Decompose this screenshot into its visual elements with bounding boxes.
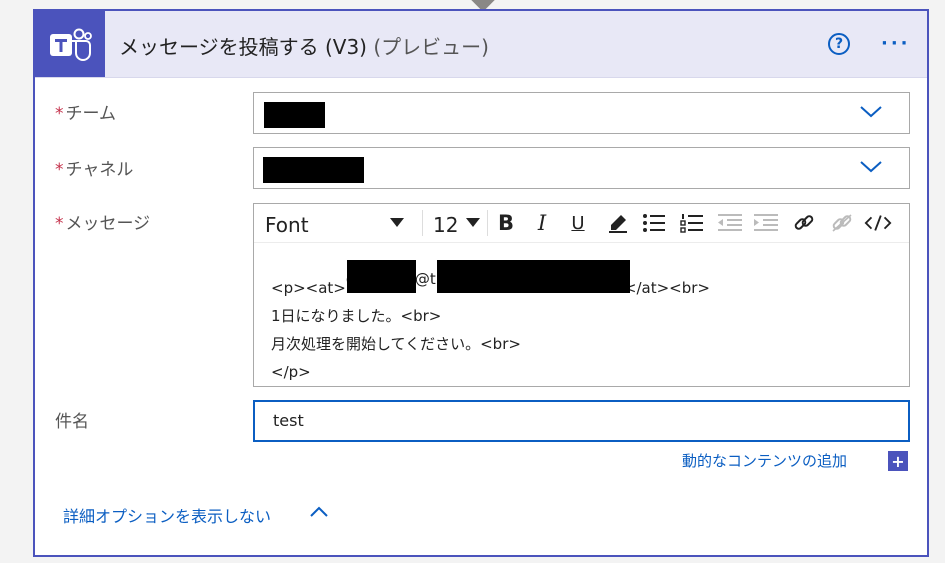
message-text: </at><br> bbox=[623, 279, 710, 297]
action-title-suffix: (プレビュー) bbox=[373, 35, 489, 59]
underline-button[interactable]: U bbox=[564, 210, 592, 236]
required-mark: * bbox=[55, 160, 64, 180]
team-label-text: チーム bbox=[65, 104, 117, 124]
redacted-mention bbox=[347, 260, 416, 293]
message-line-3: 月次処理を開始してください。<br> bbox=[271, 335, 521, 353]
chevron-down-icon[interactable] bbox=[859, 105, 883, 119]
caret-down-icon[interactable] bbox=[466, 218, 480, 227]
message-line-2: 1日になりました。<br> bbox=[271, 307, 442, 325]
font-color-icon[interactable] bbox=[604, 210, 632, 236]
chevron-down-icon[interactable] bbox=[859, 160, 883, 174]
add-dynamic-content-plus-icon[interactable]: + bbox=[888, 451, 908, 471]
redacted-value bbox=[263, 157, 364, 183]
card-header[interactable]: メッセージを投稿する (V3) (プレビュー) ? ··· bbox=[35, 11, 927, 78]
channel-label-text: チャネル bbox=[65, 160, 134, 180]
toolbar-divider bbox=[422, 210, 423, 236]
subject-label: 件名 bbox=[55, 412, 89, 432]
unlink-icon bbox=[828, 210, 856, 236]
channel-label: * チャネル bbox=[55, 155, 133, 180]
redacted-mention bbox=[437, 260, 630, 293]
message-line-1: <p><at>g@t</at><br> bbox=[271, 260, 710, 302]
channel-dropdown[interactable] bbox=[253, 147, 910, 189]
message-line-4: </p> bbox=[271, 363, 311, 381]
numbered-list-icon[interactable] bbox=[678, 210, 706, 236]
redacted-value bbox=[264, 102, 325, 128]
font-family-select[interactable]: Font bbox=[265, 213, 309, 237]
message-label-text: メッセージ bbox=[65, 214, 151, 234]
bold-button[interactable]: B bbox=[492, 210, 520, 236]
teams-logo-icon bbox=[35, 11, 105, 77]
chevron-up-icon[interactable] bbox=[309, 505, 329, 519]
decrease-indent-icon bbox=[716, 210, 744, 236]
editor-toolbar: Font 12 B I U bbox=[254, 204, 909, 243]
increase-indent-icon bbox=[752, 210, 780, 236]
message-text: <p><at> bbox=[271, 279, 346, 297]
message-label: * メッセージ bbox=[55, 209, 150, 234]
action-card: メッセージを投稿する (V3) (プレビュー) ? ··· * チーム * チャネル… bbox=[33, 9, 929, 557]
font-size-select[interactable]: 12 bbox=[433, 213, 458, 237]
action-title: メッセージを投稿する (V3) (プレビュー) bbox=[119, 31, 489, 60]
team-label: * チーム bbox=[55, 99, 116, 124]
message-content[interactable]: <p><at>g@t</at><br> 1日になりました。<br> 月次処理を開… bbox=[271, 260, 710, 386]
italic-button[interactable]: I bbox=[528, 210, 556, 236]
action-title-text: メッセージを投稿する (V3) bbox=[119, 35, 367, 59]
bulleted-list-icon[interactable] bbox=[640, 210, 668, 236]
link-icon[interactable] bbox=[790, 210, 818, 236]
team-dropdown[interactable] bbox=[253, 92, 910, 134]
more-options-icon[interactable]: ··· bbox=[881, 33, 911, 54]
hide-advanced-options-link[interactable]: 詳細オプションを表示しない bbox=[63, 503, 271, 527]
toolbar-divider bbox=[487, 210, 488, 236]
required-mark: * bbox=[55, 104, 64, 124]
caret-down-icon[interactable] bbox=[390, 218, 404, 227]
required-mark: * bbox=[55, 214, 64, 234]
code-view-icon[interactable] bbox=[864, 210, 892, 236]
subject-input[interactable] bbox=[271, 410, 875, 431]
add-dynamic-content-link[interactable]: 動的なコンテンツの追加 bbox=[682, 450, 847, 471]
message-editor[interactable]: Font 12 B I U <p><at> @t </at><br> 1日になり… bbox=[253, 203, 910, 387]
subject-field[interactable] bbox=[253, 400, 910, 442]
help-icon[interactable]: ? bbox=[828, 33, 850, 55]
